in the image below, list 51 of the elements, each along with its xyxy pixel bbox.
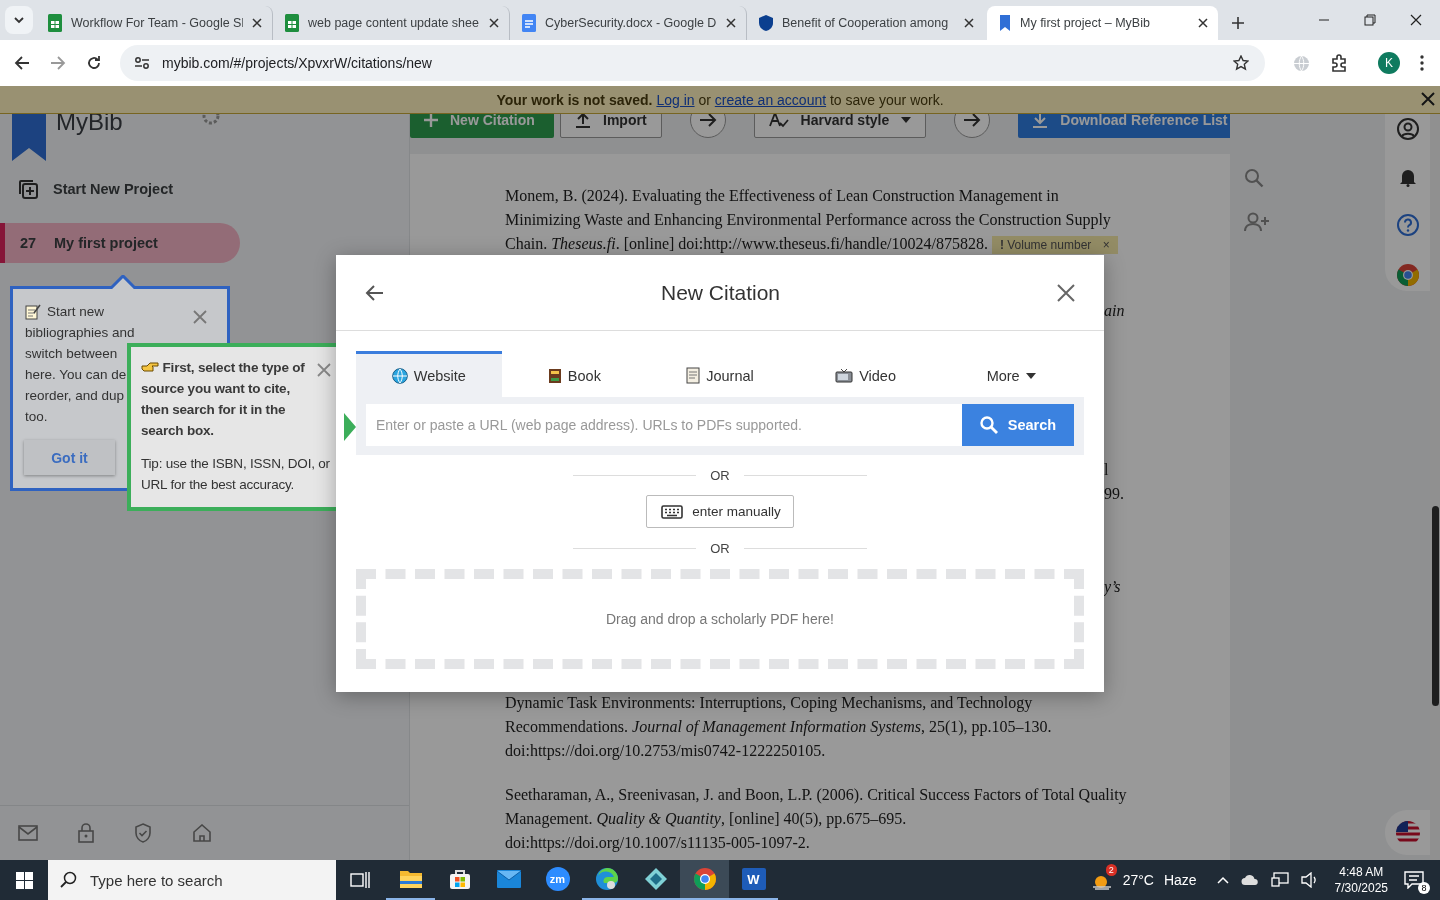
notification-count: 8 [1418, 882, 1430, 894]
taskbar-button[interactable]: zm [533, 860, 582, 900]
notification-badge: 2 [1105, 864, 1117, 876]
reference-entry: Monem, B. (2024). Evaluating the Effectiveness of Lean Construction Management in Minimizing Waste and Enhancing Environmental Performance across the Construction Supply Chain. Theseus.fi. [online] doi:http://www.theseus.fi/handle/10024/875828. ! Volume number × [505, 184, 1127, 257]
taskbar-button[interactable]: W [729, 860, 778, 900]
source-type-tab[interactable]: Video [792, 351, 939, 397]
source-type-tab[interactable]: More [938, 351, 1084, 397]
enter-manually-button[interactable]: enter manually [646, 495, 794, 528]
or-separator-text: OR [710, 540, 730, 556]
tooltip-text: reorder, and dup [25, 387, 125, 405]
source-type-tab[interactable]: Book [501, 351, 648, 397]
tooltip-text: too. [25, 408, 48, 426]
create-account-link[interactable]: create an account [714, 91, 827, 108]
reference-entry: Dynamic Task Environments: Interruptions, Coping Mechanisms, and Technology Recommendations. Journal of Management Information Systems, 25(1), pp.105–130. doi:https://doi.org/10.2753/mis0742-1222250105. [505, 693, 1053, 762]
url-field[interactable]: Enter or paste a URL (web page address). URLs to PDFs supported. [366, 404, 962, 446]
reference-text-fragment: y’s [1104, 577, 1121, 598]
temperature-text: 27°C [1122, 872, 1154, 888]
or-separator-text: OR [710, 467, 730, 483]
project-item[interactable]: 27 My first project [0, 223, 240, 263]
tooltip-text: Tip: use the ISBN, ISSN, DOI, or URL for the best accuracy. [141, 455, 331, 494]
browser-tab[interactable]: Benefit of Cooperation among [747, 6, 984, 40]
tooltip-text: bibliographies and [25, 324, 135, 342]
citation-style-dropdown[interactable]: Harvard style [753, 114, 927, 138]
reference-text-fragment: l [1104, 460, 1109, 480]
taskbar-search-field[interactable]: Type here to search [48, 860, 336, 900]
login-link[interactable]: Log in [656, 91, 695, 108]
drop-zone-text: Drag and drop a scholarly PDF here! [606, 611, 834, 627]
reference-entry: Seetharaman, A., Sreenivasan, J. and Boon, L.P. (2006). Critical Success Factors of Total Quality Management. Quality & Quantity, [online] 40(5), pp.675–695. doi:https://doi.org/10.1007/s11135-005-1097-2. [505, 785, 1127, 854]
reference-text-fragment: 99. [1104, 484, 1124, 504]
start-new-project-button[interactable]: Start New Project [0, 171, 409, 207]
source-type-tab[interactable]: Website [356, 351, 502, 397]
address-bar[interactable]: mybib.com/#/projects/XpvxrW/citations/new [120, 45, 1265, 81]
tooltip-text: Start new [25, 301, 105, 322]
search-button[interactable]: Search [962, 404, 1074, 446]
tooltip-text: here. You can de [25, 366, 127, 384]
import-button[interactable]: Import [560, 114, 662, 138]
source-type-tab[interactable]: Journal [647, 351, 793, 397]
tooltip-text: switch between [25, 345, 118, 363]
banner-text: Your work is not saved. Log in or create an account to save your work. [496, 91, 944, 108]
pdf-drop-zone[interactable]: Drag and drop a scholarly PDF here! [356, 569, 1084, 669]
reference-text-fragment: ain [1104, 301, 1125, 321]
browser-tab[interactable]: My first project – MyBib [987, 6, 1218, 40]
dialog-title: New Citation [660, 280, 781, 305]
warning-tag[interactable]: ! Volume number × [991, 236, 1118, 254]
profile-avatar[interactable]: K [1378, 52, 1400, 74]
app-icon: zm [545, 867, 570, 891]
tooltip-text: First, select the type of source you want to cite, then search for it in the search box. [141, 359, 306, 440]
app-icon: W [741, 868, 766, 890]
weather-condition-text: Haze [1163, 872, 1197, 888]
url-text: mybib.com/#/projects/XpvxrW/citations/new [162, 55, 433, 71]
clock[interactable]: 4:48 AM 7/30/2025 [1334, 864, 1388, 896]
